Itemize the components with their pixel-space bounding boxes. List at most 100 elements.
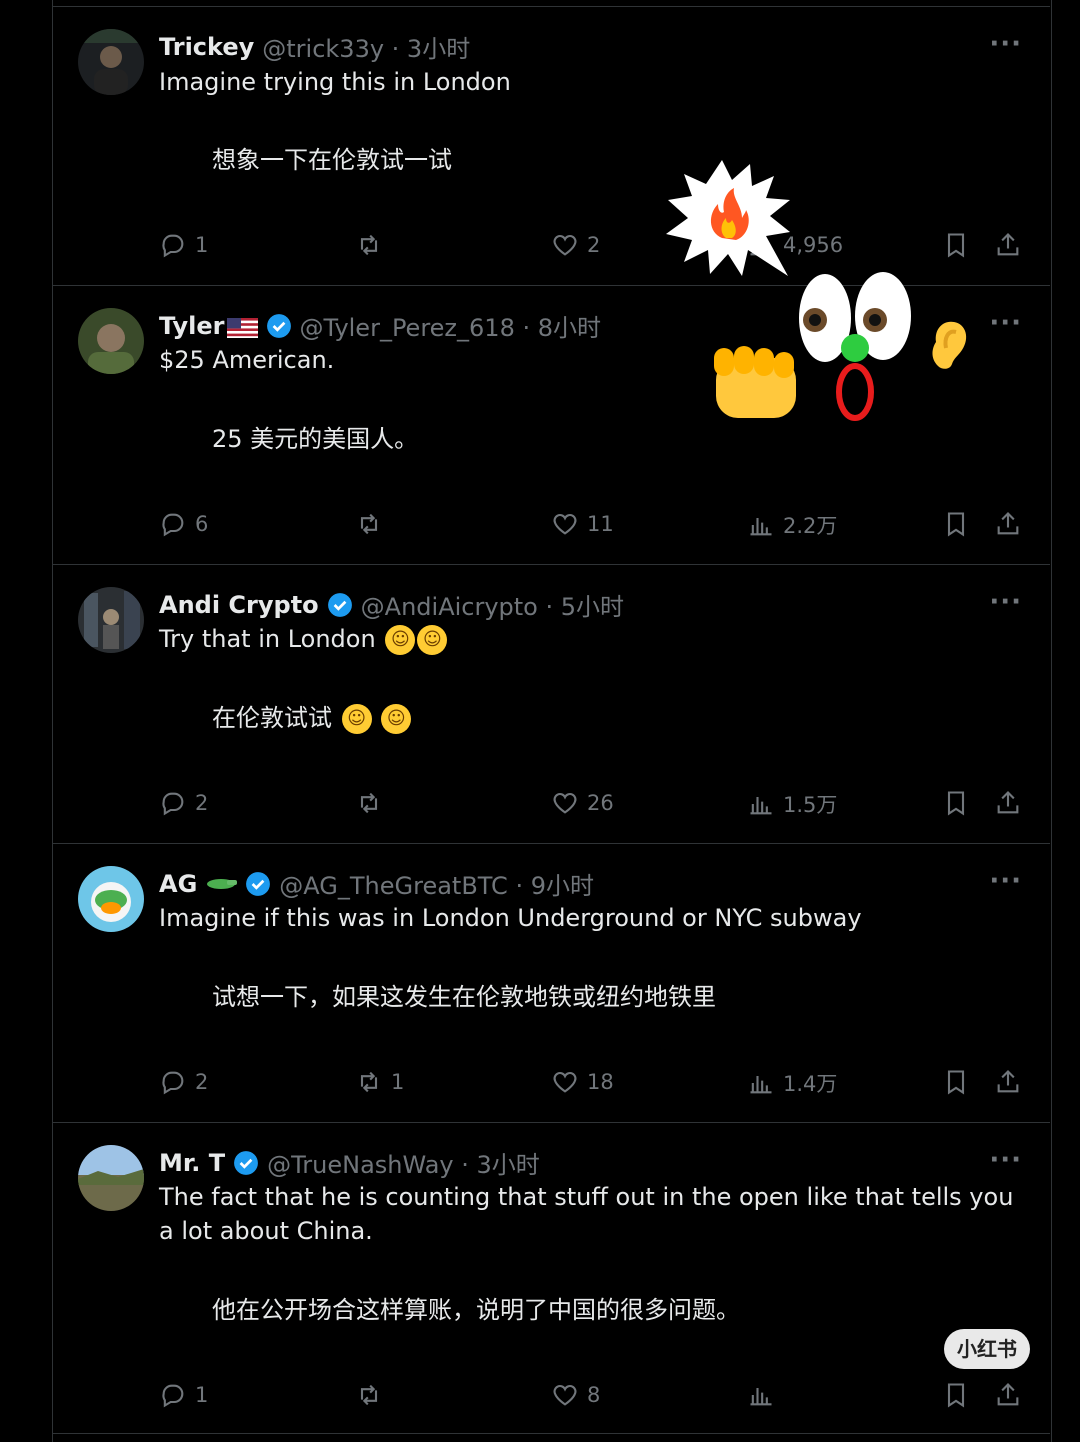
display-name[interactable]: Tyler [159,312,225,340]
retweet-icon [355,231,391,259]
retweet-button[interactable]: 1 [355,1068,404,1096]
reply-count: 1 [195,233,209,257]
bookmark-button[interactable] [942,789,978,817]
tweet-text: The fact that he is counting that stuff … [159,1183,1014,1245]
reply-icon [159,789,195,817]
retweet-icon [355,1068,391,1096]
handle-time[interactable]: @TrueNashWay · 3小时 [267,1145,540,1180]
more-icon[interactable]: ··· [989,866,1022,896]
like-button[interactable]: 11 [551,510,614,538]
more-icon[interactable]: ··· [989,587,1022,617]
avatar[interactable] [78,308,144,374]
like-button[interactable]: 26 [551,789,614,817]
retweet-button[interactable] [355,510,391,538]
avatar[interactable] [78,29,144,95]
handle-time[interactable]: @AndiAicrypto · 5小时 [361,587,624,622]
like-count: 2 [587,233,601,257]
retweet-button[interactable] [355,231,391,259]
reply-count: 2 [195,1070,209,1094]
verified-badge-icon [327,592,353,618]
display-name[interactable]: AG [159,870,197,898]
laughing-emoji-icon: ☺ [385,625,416,655]
like-count: 11 [587,512,614,536]
handle-time[interactable]: @AG_TheGreatBTC · 9小时 [279,866,594,901]
retweet-button[interactable] [355,789,391,817]
tweet[interactable]: AG @AG_TheGreatBTC · 9小时 ··· Imagine if … [52,843,1050,1122]
views-button[interactable]: 1.5万 [747,789,837,819]
share-button[interactable] [994,1381,1030,1409]
handle-time[interactable]: @trick33y · 3小时 [262,29,470,64]
heart-icon [551,789,587,817]
verified-badge-icon [266,313,292,339]
share-icon [994,1381,1030,1409]
tweet-text: Imagine trying this in London [159,68,511,96]
reply-count: 2 [195,791,209,815]
handle-time[interactable]: @Tyler_Perez_618 · 8小时 [300,308,601,343]
like-button[interactable]: 2 [551,231,600,259]
more-icon[interactable]: ··· [989,29,1022,59]
reply-icon [159,1381,195,1409]
crocodile-emoji-icon [205,870,238,898]
reply-button[interactable]: 2 [159,789,208,817]
bookmark-icon [942,789,978,817]
laughing-emoji-icon: ☺ [381,704,412,734]
translation-text: 他在公开场合这样算账，说明了中国的很多问题。 [212,1296,740,1324]
more-icon[interactable]: ··· [989,1145,1022,1175]
like-button[interactable]: 8 [551,1381,600,1409]
face-eyes-sticker-icon [795,270,920,425]
reply-button[interactable]: 1 [159,231,208,259]
xiaohongshu-watermark: 小红书 [944,1329,1030,1369]
retweet-button[interactable] [355,1381,391,1409]
share-button[interactable] [994,789,1030,817]
us-flag-icon [226,316,258,338]
translation-text: 想象一下在伦敦试一试 [212,146,452,174]
share-button[interactable] [994,510,1030,538]
reply-icon [159,1068,195,1096]
share-icon [994,1068,1030,1096]
reply-button[interactable]: 1 [159,1381,208,1409]
reply-button[interactable]: 2 [159,1068,208,1096]
views-button[interactable]: 1.4万 [747,1068,837,1098]
heart-icon [551,1381,587,1409]
bookmark-button[interactable] [942,1381,978,1409]
tweet[interactable]: Andi Crypto @AndiAicrypto · 5小时 ··· Try … [52,564,1050,843]
reply-count: 6 [195,512,209,536]
views-icon [747,1381,783,1409]
views-button[interactable]: 2.2万 [747,510,837,540]
tweet[interactable]: Trickey @trick33y · 3小时 ··· Imagine tryi… [52,6,1050,285]
like-button[interactable]: 18 [551,1068,614,1096]
bookmark-button[interactable] [942,231,978,259]
tweet-text: Imagine if this was in London Undergroun… [159,904,862,932]
reply-icon [159,231,195,259]
avatar[interactable] [78,866,144,932]
display-name[interactable]: Mr. T [159,1149,225,1177]
translation-row: 在伦敦试试 ☺ ☺ [212,698,412,734]
share-button[interactable] [994,231,1030,259]
like-count: 26 [587,791,614,815]
like-count: 18 [587,1070,614,1094]
more-icon[interactable]: ··· [989,308,1022,338]
heart-icon [551,510,587,538]
share-icon [994,510,1030,538]
views-button[interactable] [747,1381,783,1409]
avatar[interactable] [78,1145,144,1211]
bookmark-button[interactable] [942,510,978,538]
share-icon [994,789,1030,817]
display-name[interactable]: Andi Crypto [159,591,319,619]
retweet-icon [355,510,391,538]
like-count: 8 [587,1383,601,1407]
bookmark-button[interactable] [942,1068,978,1096]
view-count: 2.2万 [783,514,838,538]
translation-text: 在伦敦试试 [212,704,332,732]
retweet-icon [355,789,391,817]
reply-button[interactable]: 6 [159,510,208,538]
avatar[interactable] [78,587,144,653]
translation-text: 试想一下，如果这发生在伦敦地铁或纽约地铁里 [212,983,716,1011]
display-name[interactable]: Trickey [159,33,254,61]
share-button[interactable] [994,1068,1030,1096]
verified-badge-icon [233,1150,259,1176]
tweet-text: Try that in London [159,625,376,653]
bookmark-icon [942,1381,978,1409]
share-icon [994,231,1030,259]
tweet[interactable]: Mr. T @TrueNashWay · 3小时 ··· The fact th… [52,1122,1050,1434]
